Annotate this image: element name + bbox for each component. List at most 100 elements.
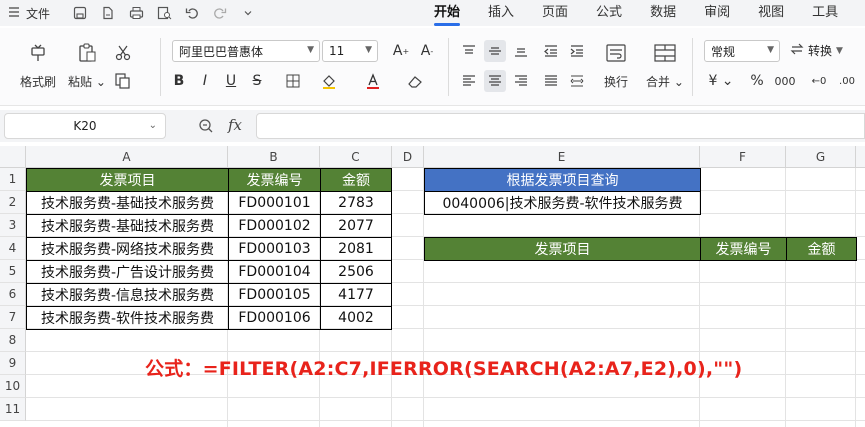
name-box[interactable]: K20 ⌄ [4, 113, 166, 139]
distributed-icon[interactable] [566, 70, 588, 92]
bold-icon[interactable]: B [168, 70, 190, 92]
table-cell[interactable]: 2783 [320, 191, 392, 215]
column-header-g[interactable]: G [786, 146, 856, 168]
cut-icon[interactable] [112, 42, 134, 64]
row-header-8[interactable]: 8 [0, 329, 26, 352]
header-cell-amount[interactable]: 金额 [320, 168, 392, 192]
table-cell[interactable]: FD000103 [228, 237, 321, 261]
table-cell[interactable]: FD000104 [228, 260, 321, 284]
wrap-text-button[interactable]: 换行 [604, 42, 628, 90]
decrease-decimal-icon[interactable]: .00 [836, 70, 858, 92]
percent-icon[interactable]: % [746, 70, 768, 92]
chevron-down-icon[interactable] [240, 5, 256, 21]
formula-input[interactable] [256, 113, 865, 139]
column-header-c[interactable]: C [320, 146, 392, 168]
row-header-10[interactable]: 10 [0, 375, 26, 398]
tab-review[interactable]: 审阅 [690, 0, 744, 26]
row-header-9[interactable]: 9 [0, 352, 26, 375]
tab-member[interactable]: 会员 [852, 0, 865, 26]
column-header-a[interactable]: A [26, 146, 228, 168]
file-menu[interactable]: 文件 [0, 5, 50, 22]
format-painter-button[interactable]: 格式刷 [20, 42, 56, 90]
paste-button[interactable]: 粘贴 ⌄ [68, 42, 106, 90]
row-header-1[interactable]: 1 [0, 168, 26, 191]
print-preview-icon[interactable] [156, 5, 172, 21]
number-format-select[interactable]: 常规 ▼ [704, 40, 780, 62]
font-name-select[interactable]: 阿里巴巴普惠体 ▼ [172, 40, 320, 62]
row-header-5[interactable]: 5 [0, 260, 26, 283]
row-header-6[interactable]: 6 [0, 283, 26, 306]
tab-tools[interactable]: 工具 [798, 0, 852, 26]
result-header-amount[interactable]: 金额 [786, 237, 857, 261]
row-header-4[interactable]: 4 [0, 237, 26, 260]
increase-font-icon[interactable]: A + [390, 40, 412, 62]
table-cell[interactable]: 4002 [320, 306, 392, 330]
currency-icon[interactable]: ¥ ⌄ [704, 70, 738, 92]
table-cell[interactable]: 技术服务费-基础技术服务费 [26, 214, 229, 238]
increase-decimal-icon[interactable]: ←0 [808, 70, 830, 92]
column-header-e[interactable]: E [424, 146, 700, 168]
font-size-select[interactable]: 11 ▼ [322, 40, 378, 62]
column-header-f[interactable]: F [700, 146, 786, 168]
tab-page[interactable]: 页面 [528, 0, 582, 26]
header-cell-invoice-item[interactable]: 发票项目 [26, 168, 229, 192]
table-cell[interactable]: 4177 [320, 283, 392, 307]
tab-home[interactable]: 开始 [420, 0, 474, 26]
print-icon[interactable] [128, 5, 144, 21]
row-header-11[interactable]: 11 [0, 398, 26, 421]
fill-color-icon[interactable] [318, 70, 340, 92]
export-pdf-icon[interactable] [100, 5, 116, 21]
table-cell[interactable]: FD000102 [228, 214, 321, 238]
table-cell[interactable]: 技术服务费-软件技术服务费 [26, 306, 229, 330]
column-header-b[interactable]: B [228, 146, 320, 168]
table-cell[interactable]: 2506 [320, 260, 392, 284]
header-cell-invoice-no[interactable]: 发票编号 [228, 168, 321, 192]
italic-icon[interactable]: I [194, 70, 216, 92]
undo-icon[interactable] [184, 5, 200, 21]
align-right-icon[interactable] [510, 70, 532, 92]
justify-icon[interactable] [540, 70, 562, 92]
align-left-icon[interactable] [458, 70, 480, 92]
redo-icon[interactable] [212, 5, 228, 21]
zoom-formula-icon[interactable] [198, 118, 214, 138]
align-middle-icon[interactable] [484, 40, 506, 62]
query-header-cell[interactable]: 根据发票项目查询 [424, 168, 701, 192]
table-cell[interactable]: 技术服务费-基础技术服务费 [26, 191, 229, 215]
table-cell[interactable]: 2077 [320, 214, 392, 238]
table-cell[interactable]: 2081 [320, 237, 392, 261]
table-cell[interactable]: 技术服务费-广告设计服务费 [26, 260, 229, 284]
table-cell[interactable]: FD000101 [228, 191, 321, 215]
column-header-d[interactable]: D [392, 146, 424, 168]
column-header-h[interactable] [856, 146, 865, 168]
merge-button[interactable]: 合并 ⌄ [646, 42, 684, 90]
select-all-corner[interactable] [0, 146, 26, 168]
query-input-cell[interactable]: 0040006|技术服务费-软件技术服务费 [424, 191, 701, 215]
save-icon[interactable] [72, 5, 88, 21]
strikethrough-icon[interactable]: S [246, 70, 268, 92]
align-top-icon[interactable] [458, 40, 480, 62]
tab-data[interactable]: 数据 [636, 0, 690, 26]
tab-view[interactable]: 视图 [744, 0, 798, 26]
convert-button[interactable]: 转换 ▼ [790, 42, 843, 59]
decrease-font-icon[interactable]: A- [416, 40, 438, 62]
increase-indent-icon[interactable] [566, 40, 588, 62]
result-header-invoice-no[interactable]: 发票编号 [700, 237, 787, 261]
row-header-3[interactable]: 3 [0, 214, 26, 237]
eraser-icon[interactable] [404, 70, 426, 92]
table-cell[interactable]: FD000106 [228, 306, 321, 330]
tab-formulas[interactable]: 公式 [582, 0, 636, 26]
align-center-icon[interactable] [484, 70, 506, 92]
result-header-invoice-item[interactable]: 发票项目 [424, 237, 701, 261]
borders-icon[interactable] [282, 70, 304, 92]
thousands-separator-icon[interactable]: 000 [774, 70, 796, 92]
decrease-indent-icon[interactable] [540, 40, 562, 62]
row-header-7[interactable]: 7 [0, 306, 26, 329]
font-color-icon[interactable] [362, 70, 384, 92]
tab-insert[interactable]: 插入 [474, 0, 528, 26]
copy-icon[interactable] [112, 70, 134, 92]
table-cell[interactable]: FD000105 [228, 283, 321, 307]
insert-function-icon[interactable]: fx [228, 116, 242, 134]
underline-icon[interactable]: U [220, 70, 242, 92]
row-header-2[interactable]: 2 [0, 191, 26, 214]
table-cell[interactable]: 技术服务费-网络技术服务费 [26, 237, 229, 261]
